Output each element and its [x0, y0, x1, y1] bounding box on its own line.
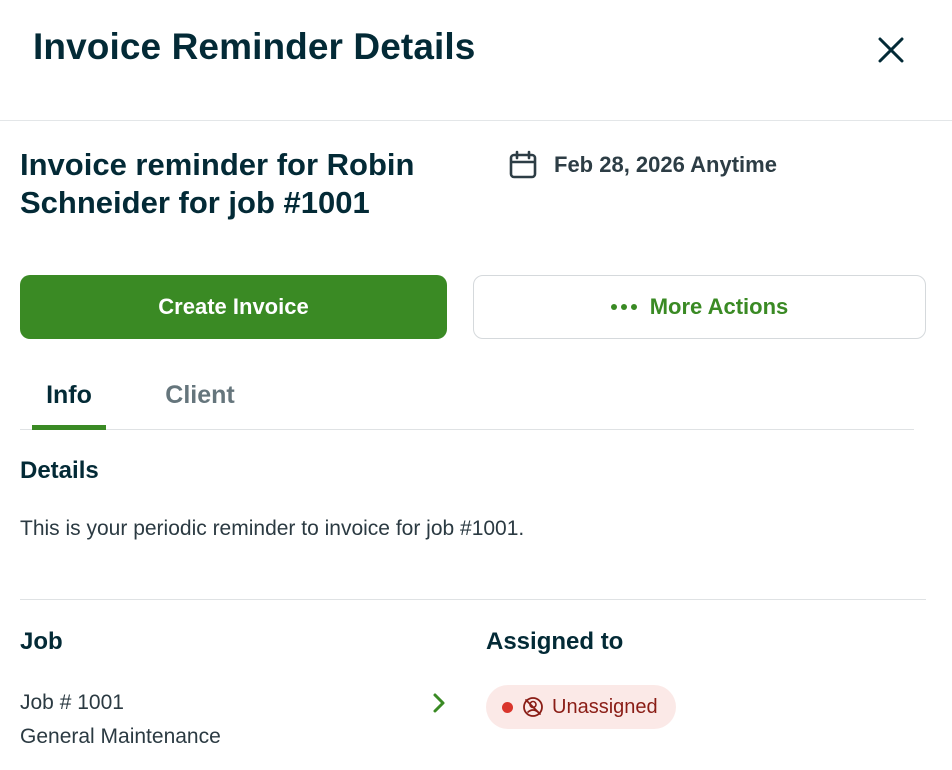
- status-dot: [502, 701, 513, 713]
- job-type: General Maintenance: [20, 725, 221, 748]
- job-link[interactable]: Job # 1001 General Maintenance: [20, 688, 450, 754]
- tab-client[interactable]: Client: [152, 372, 248, 429]
- job-number: Job # 1001: [20, 691, 124, 714]
- more-actions-button[interactable]: More Actions: [473, 275, 926, 339]
- close-icon: [878, 37, 904, 63]
- create-invoice-label: Create Invoice: [158, 294, 309, 319]
- unassigned-icon: [523, 697, 543, 717]
- divider: [20, 599, 926, 600]
- status-text: Unassigned: [552, 695, 658, 718]
- tab-info[interactable]: Info: [32, 372, 106, 430]
- calendar-icon: [509, 150, 537, 179]
- task-title: Invoice reminder for Robin Schneider for…: [20, 147, 415, 220]
- tab-info-label: Info: [46, 381, 92, 409]
- details-heading: Details: [20, 457, 99, 484]
- chevron-right-icon: [433, 693, 445, 713]
- assigned-heading: Assigned to: [486, 628, 624, 655]
- modal-title: Invoice Reminder Details: [33, 26, 476, 67]
- status-badge: Unassigned: [486, 685, 676, 729]
- date-text: Feb 28, 2026 Anytime: [554, 152, 777, 177]
- more-dots-icon: [610, 304, 637, 310]
- tab-client-label: Client: [165, 381, 235, 409]
- create-invoice-button[interactable]: Create Invoice: [20, 275, 447, 339]
- details-text: This is your periodic reminder to invoic…: [20, 517, 525, 540]
- job-heading: Job: [20, 628, 63, 655]
- close-button[interactable]: [871, 30, 911, 70]
- more-actions-label: More Actions: [649, 294, 789, 319]
- tab-bar: Info Client: [20, 372, 914, 430]
- modal-header: Invoice Reminder Details: [0, 0, 952, 121]
- task-date: Feb 28, 2026 Anytime: [508, 150, 777, 180]
